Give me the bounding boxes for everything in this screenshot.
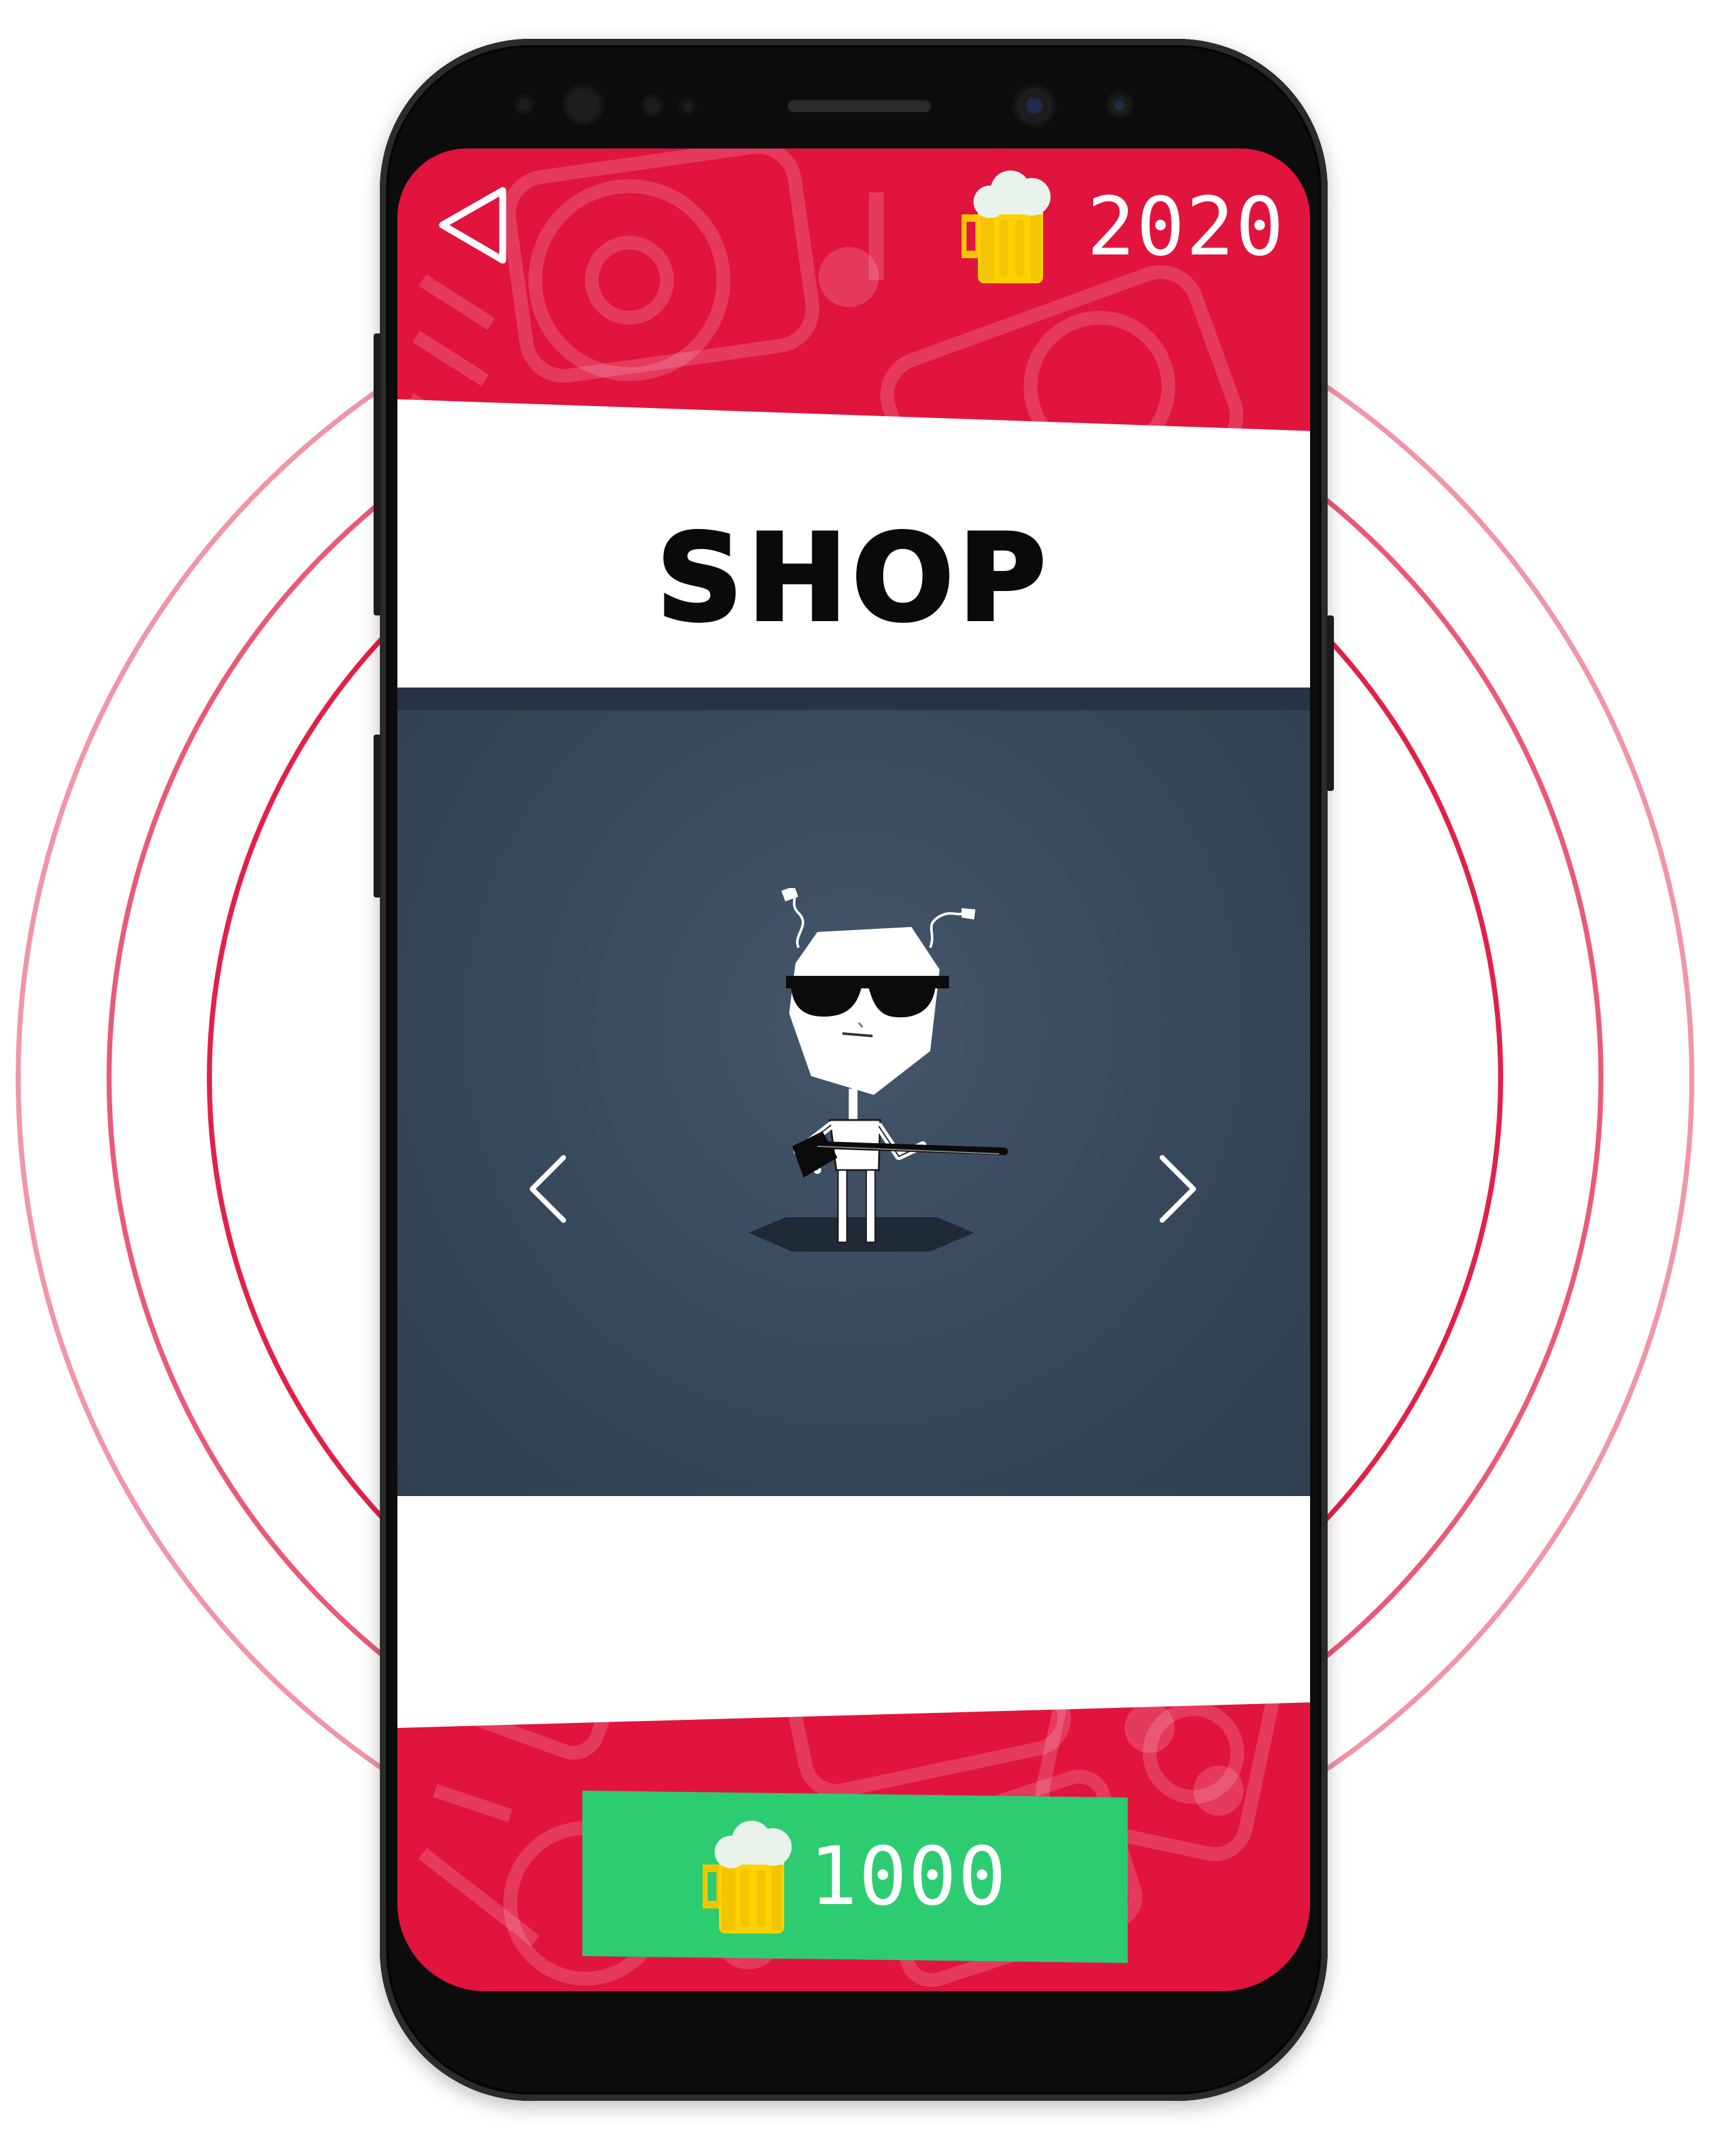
beer-mug-icon [702, 1820, 792, 1934]
beer-mug-icon [961, 170, 1051, 283]
front-camera [1014, 86, 1054, 126]
phone-frame: 2020 SHOP 1000 [374, 39, 1334, 2101]
previous-item-button[interactable] [520, 1148, 576, 1230]
beer-balance: 2020 [961, 170, 1285, 283]
proximity-sensor [517, 97, 533, 113]
power-button [1326, 615, 1334, 791]
back-triangle-icon [439, 187, 506, 264]
item-price: 1000 [809, 1830, 1008, 1923]
earpiece-speaker [787, 98, 931, 112]
bixby-button [374, 735, 381, 897]
chevron-left-icon [530, 1155, 566, 1223]
balance-count: 2020 [1086, 180, 1285, 274]
chevron-right-icon [1160, 1155, 1196, 1223]
next-item-button[interactable] [1150, 1148, 1206, 1230]
sensor-dot [643, 97, 662, 115]
volume-button [374, 333, 381, 615]
item-info-band [397, 1496, 1310, 1728]
character-carousel [397, 688, 1310, 1496]
title-banner: SHOP [397, 399, 1310, 688]
buy-button[interactable]: 1000 [582, 1791, 1128, 1963]
back-button[interactable] [435, 183, 510, 268]
stage-shadow-edge [397, 688, 1310, 710]
sensor-dot-small [681, 100, 695, 113]
app-screen: 2020 SHOP 1000 [397, 149, 1310, 1991]
iris-camera [1107, 93, 1132, 118]
iris-sensor [565, 86, 602, 123]
page-title: SHOP [655, 507, 1051, 649]
rocker-character [748, 888, 1008, 1252]
